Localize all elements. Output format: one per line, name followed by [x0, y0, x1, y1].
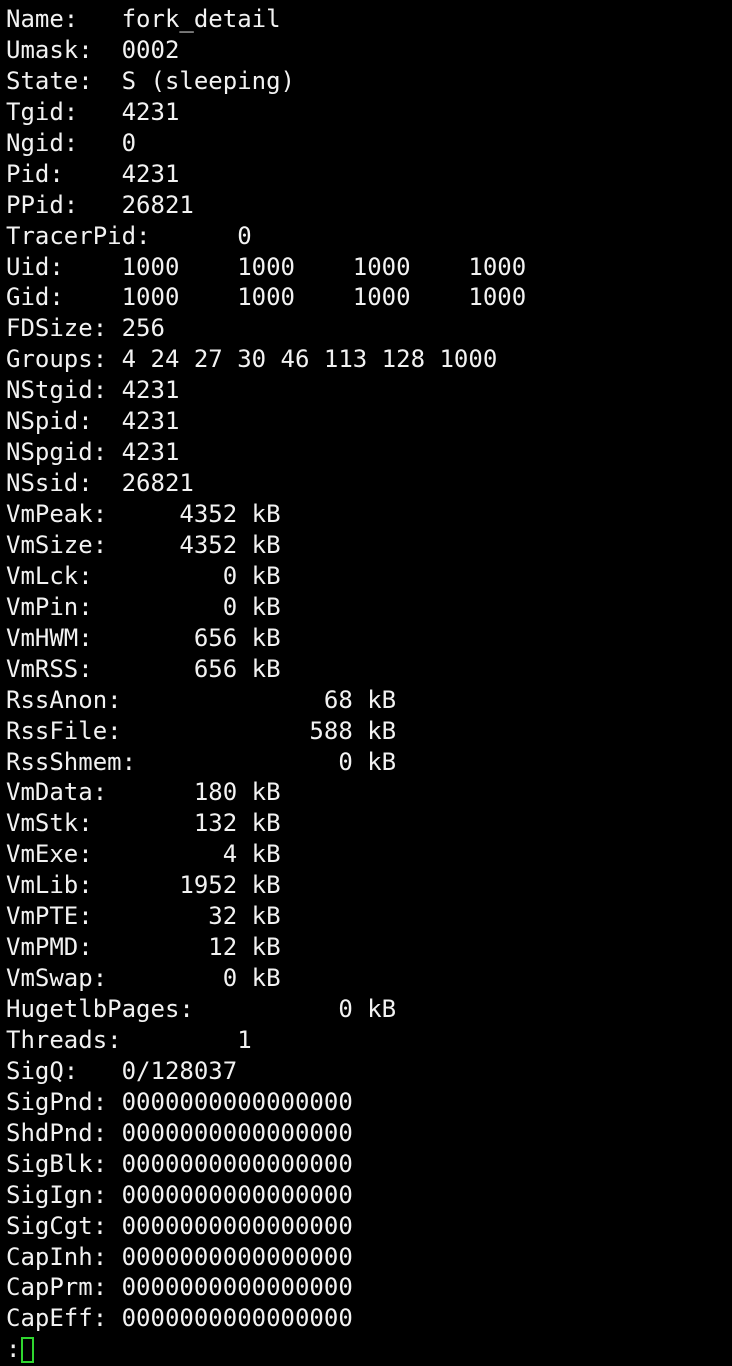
proc-status-line-rssfile: RssFile: 588 kB — [6, 716, 397, 745]
proc-status-line-ngid: Ngid: 0 — [6, 128, 137, 157]
proc-status-line-hugetlbpages: HugetlbPages: 0 kB — [6, 995, 397, 1023]
proc-status-line-tgid: Tgid: 4231 — [6, 97, 180, 126]
proc-status-line-fdsize: FDSize: 256 — [6, 314, 165, 343]
proc-status-line-nspid: NSpid: 4231 — [6, 407, 180, 436]
proc-status-line-capinh: CapInh: 0000000000000000 — [6, 1242, 353, 1271]
pager-prompt-line[interactable]: : — [6, 1334, 732, 1365]
proc-status-line-vmlck: VmLck: 0 kB — [6, 561, 281, 590]
proc-status-line-groups: Groups: 4 24 27 30 46 113 128 1000 — [6, 345, 498, 374]
proc-status-line-gid: Gid: 1000 1000 1000 1000 — [6, 283, 527, 312]
proc-status-line-vmswap: VmSwap: 0 kB — [6, 964, 281, 993]
proc-status-line-vmpmd: VmPMD: 12 kB — [6, 933, 281, 962]
proc-status-line-vmlib: VmLib: 1952 kB — [6, 871, 281, 900]
proc-status-line-rssanon: RssAnon: 68 kB — [6, 685, 397, 714]
proc-status-line-sigpnd: SigPnd: 0000000000000000 — [6, 1087, 353, 1116]
proc-status-line-state: State: S (sleeping) — [6, 66, 295, 95]
proc-status-line-tracerpid: TracerPid: 0 — [6, 221, 252, 250]
proc-status-line-vmstk: VmStk: 132 kB — [6, 809, 281, 838]
proc-status-line-vmhwm: VmHWM: 656 kB — [6, 623, 281, 652]
pager-prompt: : — [6, 1335, 21, 1364]
proc-status-line-threads: Threads: 1 — [6, 1025, 252, 1054]
proc-status-line-rssshmem: RssShmem: 0 kB — [6, 747, 397, 776]
proc-status-line-sigq: SigQ: 0/128037 — [6, 1056, 238, 1085]
proc-status-line-umask: Umask: 0002 — [6, 35, 180, 64]
proc-status-line-name: Name: fork_detail — [6, 5, 281, 33]
text-cursor[interactable] — [21, 1336, 35, 1363]
proc-status-line-shdpnd: ShdPnd: 0000000000000000 — [6, 1118, 353, 1147]
proc-status-line-ppid: PPid: 26821 — [6, 190, 194, 219]
proc-status-line-sigcgt: SigCgt: 0000000000000000 — [6, 1211, 353, 1240]
terminal-window[interactable]: Name: fork_detail Umask: 0002 State: S (… — [0, 0, 732, 1366]
proc-status-line-capprm: CapPrm: 0000000000000000 — [6, 1273, 353, 1302]
proc-status-line-vmsize: VmSize: 4352 kB — [6, 530, 281, 559]
proc-status-line-vmpin: VmPin: 0 kB — [6, 592, 281, 621]
proc-status-line-vmpeak: VmPeak: 4352 kB — [6, 500, 281, 528]
proc-status-line-capeff: CapEff: 0000000000000000 — [6, 1304, 353, 1333]
proc-status-line-vmpte: VmPTE: 32 kB — [6, 902, 281, 931]
proc-status-line-pid: Pid: 4231 — [6, 159, 180, 188]
proc-status-line-vmrss: VmRSS: 656 kB — [6, 654, 281, 683]
proc-status-line-nstgid: NStgid: 4231 — [6, 376, 180, 405]
proc-status-line-nssid: NSsid: 26821 — [6, 469, 194, 498]
proc-status-line-vmdata: VmData: 180 kB — [6, 778, 281, 807]
proc-status-line-sigign: SigIgn: 0000000000000000 — [6, 1180, 353, 1209]
proc-status-line-vmexe: VmExe: 4 kB — [6, 840, 281, 869]
proc-status-line-uid: Uid: 1000 1000 1000 1000 — [6, 252, 527, 281]
proc-status-line-sigblk: SigBlk: 0000000000000000 — [6, 1149, 353, 1178]
proc-status-line-nspgid: NSpgid: 4231 — [6, 438, 180, 467]
